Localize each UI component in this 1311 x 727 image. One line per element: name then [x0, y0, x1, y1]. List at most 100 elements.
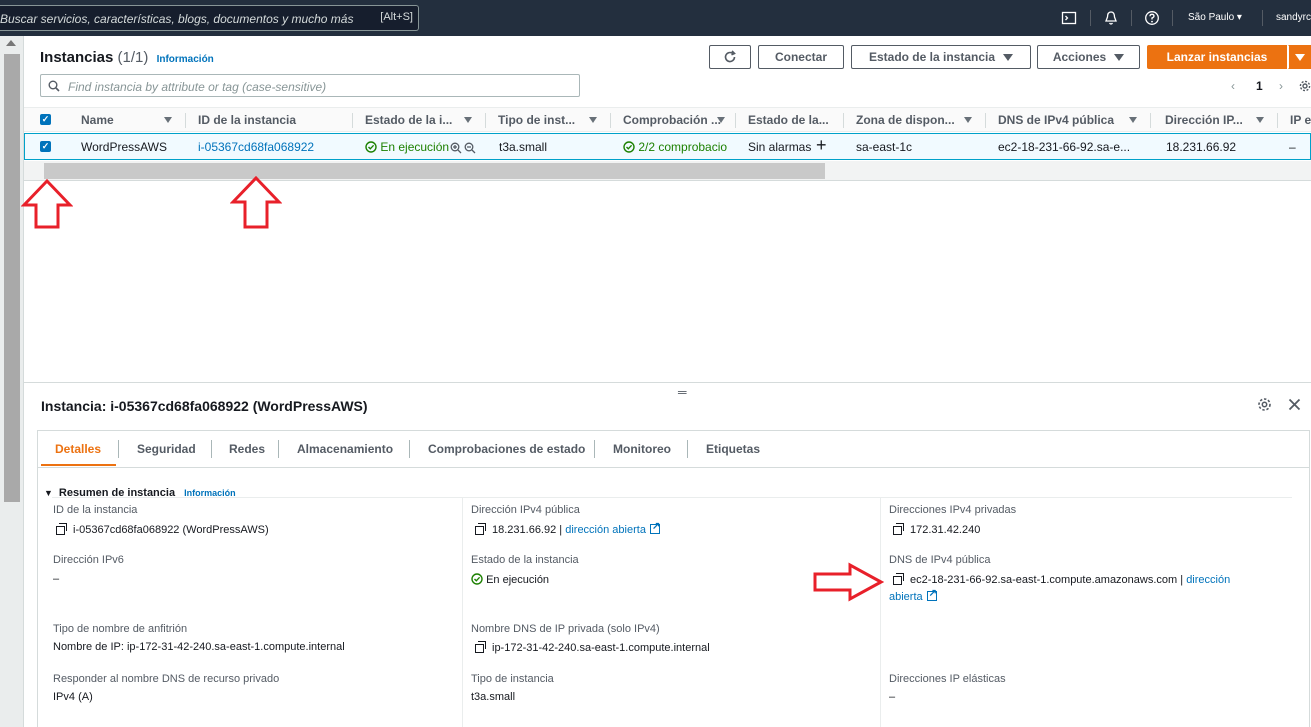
- hostname-type-value: Nombre de IP: ip-172-31-42-240.sa-east-1…: [53, 641, 345, 653]
- copy-icon[interactable]: [893, 523, 904, 535]
- topbar-divider: [1090, 10, 1091, 26]
- connect-button[interactable]: Conectar: [758, 45, 844, 69]
- instance-state-label: Estado de la instancia: [471, 554, 579, 566]
- cell-zone: sa-east-1c: [856, 140, 913, 154]
- tab-tags[interactable]: Etiquetas: [706, 442, 760, 456]
- panel-splitter[interactable]: [24, 382, 1311, 383]
- sort-icon[interactable]: [589, 117, 597, 123]
- col-public-dns[interactable]: DNS de IPv4 pública: [998, 113, 1114, 127]
- public-dns-value: ec2-18-231-66-92.sa-east-1.compute.amazo…: [893, 573, 1230, 586]
- dns-open-address-link[interactable]: dirección: [1186, 574, 1230, 586]
- launch-dropdown-button[interactable]: [1288, 45, 1311, 69]
- tab-status-checks[interactable]: Comprobaciones de estado: [428, 442, 585, 456]
- help-icon[interactable]: [1144, 10, 1160, 26]
- tab-networking[interactable]: Redes: [229, 442, 265, 456]
- drag-handle-icon[interactable]: ═: [678, 385, 687, 399]
- col-alarm-status[interactable]: Estado de la...: [748, 113, 829, 127]
- scroll-up-icon[interactable]: [6, 40, 16, 46]
- private-dns-label: Nombre DNS de IP privada (solo IPv4): [471, 623, 660, 635]
- tab-divider: [211, 440, 212, 458]
- col-public-ip[interactable]: Dirección IP...: [1165, 113, 1243, 127]
- region-selector[interactable]: São Paulo ▾: [1188, 12, 1242, 23]
- column-divider: [352, 113, 353, 128]
- public-dns-label: DNS de IPv4 pública: [889, 554, 991, 566]
- notifications-bell-icon[interactable]: [1103, 10, 1119, 26]
- topbar-divider: [1262, 10, 1263, 26]
- actions-button[interactable]: Acciones: [1037, 45, 1140, 69]
- tabs-bottom-border: [38, 467, 1309, 468]
- close-icon[interactable]: [1288, 398, 1301, 411]
- col-availability-zone[interactable]: Zona de dispon...: [856, 113, 955, 127]
- settings-gear-icon[interactable]: [1299, 80, 1311, 92]
- instance-id-value: i-05367cd68fa068922 (WordPressAWS): [56, 523, 269, 536]
- active-tab-indicator: [41, 464, 116, 466]
- col-instance-state[interactable]: Estado de la i...: [365, 113, 452, 127]
- tab-details[interactable]: Detalles: [55, 442, 101, 456]
- col-instance-id[interactable]: ID de la instancia: [198, 113, 296, 127]
- table-row[interactable]: ✓ WordPressAWS i-05367cd68fa068922 En ej…: [24, 133, 1311, 160]
- col-status-check[interactable]: Comprobación ...: [623, 113, 721, 127]
- cell-type: t3a.small: [499, 140, 548, 154]
- search-icon: [48, 80, 60, 92]
- select-all-checkbox[interactable]: ✓: [40, 114, 51, 125]
- refresh-button[interactable]: [709, 45, 751, 69]
- instance-filter-input[interactable]: Find instancia by attribute or tag (case…: [40, 74, 580, 97]
- cell-name: WordPressAWS: [81, 140, 168, 154]
- cloudshell-icon[interactable]: [1061, 10, 1077, 26]
- tab-monitoring[interactable]: Monitoreo: [613, 442, 671, 456]
- sort-icon[interactable]: [717, 117, 725, 123]
- column-divider: [185, 113, 186, 128]
- tab-divider: [409, 440, 410, 458]
- next-page-icon[interactable]: ›: [1279, 79, 1283, 93]
- search-placeholder: Buscar servicios, características, blogs…: [0, 12, 354, 26]
- launch-instances-button[interactable]: Lanzar instancias: [1147, 45, 1287, 69]
- copy-icon[interactable]: [475, 523, 486, 535]
- elastic-ip-value: –: [889, 691, 896, 703]
- copy-icon[interactable]: [893, 573, 904, 585]
- sort-icon[interactable]: [1129, 117, 1137, 123]
- page-title: Instancias (1/1) Información: [40, 49, 214, 66]
- vertical-scrollbar[interactable]: [0, 36, 24, 727]
- preferences-gear-icon[interactable]: [1257, 397, 1272, 412]
- scrollbar-thumb[interactable]: [4, 54, 20, 502]
- prev-page-icon[interactable]: ‹: [1231, 79, 1235, 93]
- respond-dns-label: Responder al nombre DNS de recurso priva…: [53, 673, 280, 685]
- copy-icon[interactable]: [475, 641, 486, 653]
- cell-state: En ejecución: [365, 140, 449, 154]
- copy-icon[interactable]: [56, 523, 67, 535]
- external-link-icon[interactable]: [649, 521, 660, 534]
- external-link-icon[interactable]: [926, 588, 937, 601]
- col-elastic-ip[interactable]: IP e: [1290, 113, 1311, 127]
- dns-open-address-link-cont[interactable]: abierta: [889, 588, 937, 603]
- sort-icon[interactable]: [464, 117, 472, 123]
- open-address-link[interactable]: dirección abierta: [565, 524, 646, 536]
- col-instance-type[interactable]: Tipo de inst...: [498, 113, 575, 127]
- column-divider: [735, 113, 736, 128]
- column-divider: [1277, 113, 1278, 128]
- sort-icon[interactable]: [964, 117, 972, 123]
- table-header: ✓ Name ID de la instancia Estado de la i…: [24, 107, 1311, 132]
- col-name[interactable]: Name: [81, 113, 114, 127]
- column-divider: [880, 498, 881, 727]
- check-circle-icon: [623, 141, 635, 153]
- service-search-input[interactable]: Buscar servicios, características, blogs…: [0, 5, 419, 31]
- column-divider: [485, 113, 486, 128]
- instance-id-link[interactable]: i-05367cd68fa068922: [198, 140, 314, 154]
- tab-storage[interactable]: Almacenamiento: [297, 442, 393, 456]
- info-link[interactable]: Información: [157, 54, 214, 65]
- zoom-out-icon[interactable]: [464, 142, 476, 154]
- horizontal-scrollbar-thumb[interactable]: [44, 163, 825, 179]
- sort-icon[interactable]: [1256, 117, 1264, 123]
- page-number[interactable]: 1: [1256, 79, 1263, 93]
- respond-dns-value: IPv4 (A): [53, 691, 93, 703]
- zoom-in-icon[interactable]: [450, 142, 462, 154]
- column-divider: [610, 113, 611, 128]
- row-checkbox[interactable]: ✓: [40, 141, 51, 152]
- add-alarm-icon[interactable]: +: [816, 135, 827, 156]
- sort-icon[interactable]: [164, 117, 172, 123]
- instance-state-button[interactable]: Estado de la instancia: [851, 45, 1031, 69]
- column-divider: [1150, 113, 1151, 128]
- account-menu[interactable]: sandyrc: [1276, 12, 1311, 23]
- tab-divider: [687, 440, 688, 458]
- tab-security[interactable]: Seguridad: [137, 442, 196, 456]
